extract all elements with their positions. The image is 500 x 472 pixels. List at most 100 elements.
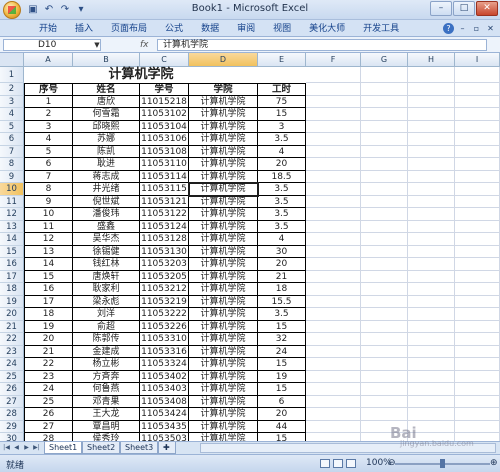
table-cell[interactable]: 邓青果 — [73, 395, 140, 408]
table-cell[interactable]: 11053104 — [140, 120, 189, 133]
row-header[interactable]: 30 — [0, 433, 24, 441]
table-cell[interactable]: 11053503 — [140, 433, 189, 441]
column-header-c[interactable]: C — [140, 53, 189, 67]
table-cell[interactable]: 俞超 — [73, 320, 140, 333]
function-icon[interactable]: fx — [140, 39, 154, 51]
table-cell[interactable]: 12 — [24, 233, 73, 246]
undo-icon[interactable]: ↶ — [42, 3, 56, 17]
table-cell[interactable]: 计算机学院 — [189, 270, 258, 283]
table-cell[interactable]: 3 — [24, 120, 73, 133]
header-cell[interactable]: 学院 — [189, 83, 258, 96]
table-cell[interactable]: 10 — [24, 208, 73, 221]
table-cell[interactable]: 11053205 — [140, 270, 189, 283]
zoom-slider-knob[interactable] — [440, 459, 445, 468]
table-cell[interactable]: 20 — [24, 333, 73, 346]
table-cell[interactable]: 11053226 — [140, 320, 189, 333]
sheet-title-cell[interactable]: 计算机学院 — [24, 67, 258, 83]
table-cell[interactable]: 计算机学院 — [189, 233, 258, 246]
table-cell[interactable]: 计算机学院 — [189, 420, 258, 433]
column-header-g[interactable]: G — [361, 53, 408, 67]
column-header-h[interactable]: H — [408, 53, 455, 67]
table-cell[interactable]: 11053324 — [140, 358, 189, 371]
row-header[interactable]: 4 — [0, 108, 24, 121]
row-header[interactable]: 22 — [0, 333, 24, 346]
row-header[interactable]: 12 — [0, 208, 24, 221]
maximize-icon[interactable]: □ — [453, 1, 475, 16]
row-header[interactable]: 5 — [0, 120, 24, 133]
table-cell[interactable]: 邱晓熙 — [73, 120, 140, 133]
table-cell[interactable]: 11053114 — [140, 170, 189, 183]
table-cell[interactable]: 3.5 — [258, 195, 306, 208]
row-header[interactable]: 2 — [0, 83, 24, 96]
row-header[interactable]: 25 — [0, 370, 24, 383]
table-cell[interactable]: 覃昌明 — [73, 420, 140, 433]
table-cell[interactable]: 计算机学院 — [189, 220, 258, 233]
table-cell[interactable]: 钱红林 — [73, 258, 140, 271]
dropdown-icon[interactable]: ▾ — [74, 3, 88, 17]
table-cell[interactable]: 11053122 — [140, 208, 189, 221]
table-cell[interactable]: 11053435 — [140, 420, 189, 433]
table-cell[interactable]: 陈凯 — [73, 145, 140, 158]
row-header[interactable]: 16 — [0, 258, 24, 271]
table-cell[interactable]: 计算机学院 — [189, 258, 258, 271]
table-cell[interactable]: 计算机学院 — [189, 183, 258, 196]
table-cell[interactable]: 13 — [24, 245, 73, 258]
chevron-down-icon[interactable]: ▼ — [92, 39, 102, 51]
table-cell[interactable]: 梁永彪 — [73, 295, 140, 308]
table-cell[interactable]: 3.5 — [258, 208, 306, 221]
table-cell[interactable]: 8 — [24, 183, 73, 196]
tab-beautify[interactable]: 美化大师 — [300, 22, 354, 37]
table-cell[interactable]: 19 — [258, 370, 306, 383]
table-cell[interactable]: 7 — [24, 170, 73, 183]
save-icon[interactable]: ▣ — [26, 3, 40, 17]
table-cell[interactable]: 计算机学院 — [189, 283, 258, 296]
table-cell[interactable]: 11053124 — [140, 220, 189, 233]
next-sheet-icon[interactable]: ▶ — [22, 443, 31, 453]
table-cell[interactable]: 11015218 — [140, 95, 189, 108]
row-header[interactable]: 17 — [0, 270, 24, 283]
table-cell[interactable]: 20 — [258, 258, 306, 271]
table-cell[interactable]: 计算机学院 — [189, 120, 258, 133]
table-cell[interactable]: 11 — [24, 220, 73, 233]
row-header[interactable]: 29 — [0, 420, 24, 433]
table-cell[interactable]: 计算机学院 — [189, 395, 258, 408]
tab-home[interactable]: 开始 — [30, 22, 66, 37]
table-cell[interactable]: 3.5 — [258, 220, 306, 233]
row-header[interactable]: 11 — [0, 195, 24, 208]
row-header[interactable]: 9 — [0, 170, 24, 183]
table-cell[interactable]: 杨立彬 — [73, 358, 140, 371]
row-header[interactable]: 3 — [0, 95, 24, 108]
table-cell[interactable]: 计算机学院 — [189, 370, 258, 383]
table-cell[interactable]: 耿进 — [73, 158, 140, 171]
ribbon-close-icon[interactable]: ✕ — [485, 23, 496, 34]
table-cell[interactable]: 计算机学院 — [189, 108, 258, 121]
table-cell[interactable]: 11053108 — [140, 145, 189, 158]
table-cell[interactable]: 计算机学院 — [189, 383, 258, 396]
table-cell[interactable]: 3.5 — [258, 133, 306, 146]
table-cell[interactable]: 11053106 — [140, 133, 189, 146]
table-cell[interactable]: 计算机学院 — [189, 345, 258, 358]
tab-view[interactable]: 视图 — [264, 22, 300, 37]
table-cell[interactable]: 11053408 — [140, 395, 189, 408]
table-cell[interactable]: 11053222 — [140, 308, 189, 321]
table-cell[interactable]: 3.5 — [258, 308, 306, 321]
table-cell[interactable]: 4 — [24, 133, 73, 146]
sheet-tab-3[interactable]: Sheet3 — [120, 442, 159, 454]
table-cell[interactable]: 11053203 — [140, 258, 189, 271]
table-cell[interactable]: 4 — [258, 145, 306, 158]
select-all-corner[interactable] — [0, 53, 24, 67]
row-header[interactable]: 14 — [0, 233, 24, 246]
table-cell[interactable]: 王大龙 — [73, 408, 140, 421]
table-cell[interactable]: 11053402 — [140, 370, 189, 383]
table-cell[interactable]: 9 — [24, 195, 73, 208]
table-cell[interactable]: 24 — [258, 345, 306, 358]
table-cell[interactable]: 侯秀玲 — [73, 433, 140, 441]
table-cell[interactable]: 30 — [258, 245, 306, 258]
row-header[interactable]: 27 — [0, 395, 24, 408]
row-header[interactable]: 23 — [0, 345, 24, 358]
table-cell[interactable]: 25 — [24, 395, 73, 408]
sheet-tab-1[interactable]: Sheet1 — [44, 442, 83, 454]
table-cell[interactable]: 22 — [24, 358, 73, 371]
row-header[interactable]: 20 — [0, 308, 24, 321]
table-cell[interactable]: 11053110 — [140, 158, 189, 171]
